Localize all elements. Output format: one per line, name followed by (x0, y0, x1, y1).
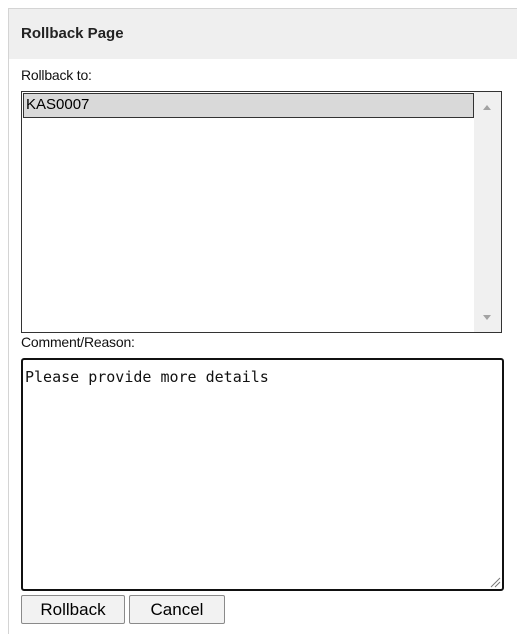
comment-text: Please provide more details (25, 368, 269, 386)
resize-grip-icon[interactable] (489, 576, 501, 588)
comment-reason-label: Comment/Reason: (21, 334, 135, 350)
list-scrollbar[interactable] (474, 92, 501, 332)
cancel-button[interactable]: Cancel (129, 595, 225, 624)
comment-textarea[interactable]: Please provide more details (21, 358, 504, 591)
rollback-to-label: Rollback to: (21, 67, 92, 83)
dialog-title: Rollback Page (21, 25, 124, 42)
chevron-up-icon[interactable] (483, 105, 491, 110)
chevron-down-icon[interactable] (483, 315, 491, 320)
rollback-button[interactable]: Rollback (21, 595, 125, 624)
list-option-selected[interactable]: KAS0007 (23, 93, 474, 118)
dialog-header: Rollback Page (9, 9, 517, 59)
rollback-version-list[interactable]: KAS0007 (21, 91, 502, 333)
rollback-dialog: Rollback Page Rollback to: KAS0007 Comme… (8, 8, 517, 634)
